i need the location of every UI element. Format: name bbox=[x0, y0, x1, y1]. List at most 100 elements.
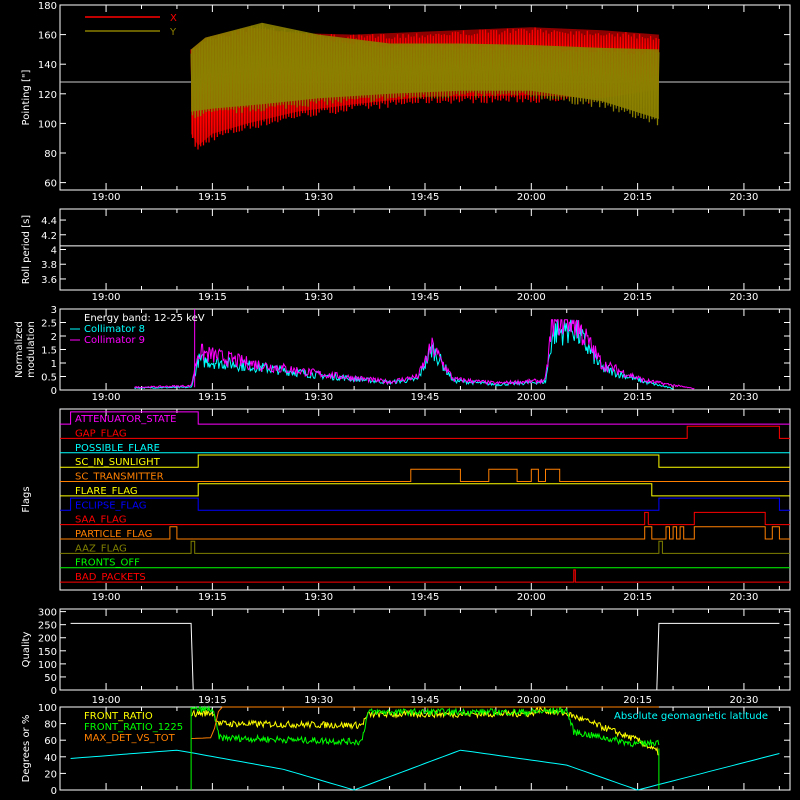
ratio-legend-label: FRONT_RATIO bbox=[84, 711, 153, 722]
quality-ytick-label: 100 bbox=[38, 660, 57, 671]
quality-series bbox=[70, 622, 780, 691]
quality-xtick-label: 20:30 bbox=[730, 695, 759, 706]
quality-xtick-label: 20:00 bbox=[517, 695, 546, 706]
roll-ytick-label: 4.2 bbox=[41, 231, 57, 242]
roll-xtick-label: 20:00 bbox=[517, 292, 546, 303]
modulation-ytick-label: 0 bbox=[51, 386, 57, 397]
pointing-legend-label: Y bbox=[169, 27, 177, 38]
flag-trace-aaz_flag bbox=[60, 540, 790, 554]
ratio-series-1 bbox=[190, 705, 660, 748]
roll-ytick-label: 3.6 bbox=[41, 275, 57, 286]
quality-ytick-label: 150 bbox=[38, 647, 57, 658]
ratio-legend-label: MAX_DET_VS_TOT bbox=[84, 733, 176, 744]
roll-ytick-label: 4 bbox=[51, 246, 57, 257]
roll-xtick-label: 19:00 bbox=[92, 292, 121, 303]
roll-xtick-label: 19:15 bbox=[198, 292, 227, 303]
flag-trace-particle_flag bbox=[60, 526, 790, 540]
modulation-ytick-label: 1.5 bbox=[41, 346, 57, 357]
modulation-ytick-label: 2.5 bbox=[41, 319, 57, 330]
roll-frame bbox=[59, 208, 791, 291]
ratios-ytick-label: 40 bbox=[44, 753, 57, 764]
flag-label: ATTENUATOR_STATE bbox=[75, 414, 176, 425]
flag-label: FRONTS_OFF bbox=[75, 558, 140, 569]
quality-ytick-label: 300 bbox=[38, 608, 57, 619]
quality-xtick-label: 20:15 bbox=[623, 695, 652, 706]
modulation-xtick-label: 19:00 bbox=[92, 392, 121, 403]
flags-xtick-label: 19:30 bbox=[304, 592, 333, 603]
quality-xtick-label: 19:30 bbox=[304, 695, 333, 706]
pointing-ytick-label: 180 bbox=[38, 1, 57, 12]
flags-xtick-label: 19:45 bbox=[411, 592, 440, 603]
pointing-xtick-label: 19:30 bbox=[304, 192, 333, 203]
quality-ytick-label: 0 bbox=[51, 686, 57, 697]
modulation-ytick-label: 1 bbox=[51, 359, 57, 370]
modulation-xtick-label: 19:15 bbox=[198, 392, 227, 403]
flag-trace-bad_packets bbox=[60, 569, 790, 583]
modulation-ytick-label: 0.5 bbox=[41, 373, 57, 384]
roll-ylabel: Roll period [s] bbox=[21, 215, 32, 284]
ratios-ytick-label: 100 bbox=[38, 703, 57, 714]
modulation-xtick-label: 19:45 bbox=[411, 392, 440, 403]
flags-xtick-label: 20:15 bbox=[623, 592, 652, 603]
flag-trace-saa_flag bbox=[60, 511, 790, 526]
modulation-ylabel: Normalized bbox=[14, 321, 25, 378]
roll-xtick-label: 19:45 bbox=[411, 292, 440, 303]
flags-xtick-label: 19:15 bbox=[198, 592, 227, 603]
quality-xtick-label: 19:00 bbox=[92, 695, 121, 706]
ratio-legend-label: FRONT_RATIO_1225 bbox=[84, 722, 183, 733]
quality-xtick-label: 19:15 bbox=[198, 695, 227, 706]
ratios-ytick-label: 20 bbox=[44, 769, 57, 780]
pointing-xtick-label: 20:15 bbox=[623, 192, 652, 203]
roll-ytick-label: 3.8 bbox=[41, 260, 57, 271]
pointing-ytick-label: 160 bbox=[38, 31, 57, 42]
ratio-series-0 bbox=[190, 706, 660, 756]
flag-label: SC_IN_SUNLIGHT bbox=[75, 457, 161, 468]
flag-trace-sc_transmitter bbox=[60, 468, 790, 482]
modulation-xtick-label: 20:30 bbox=[730, 392, 759, 403]
roll-xtick-label: 20:15 bbox=[623, 292, 652, 303]
flag-label: SAA_FLAG bbox=[75, 515, 126, 526]
modulation-legend-label: Collimator 9 bbox=[84, 335, 145, 346]
flags-frame bbox=[59, 408, 791, 591]
flags-xtick-label: 20:00 bbox=[517, 592, 546, 603]
ratios-ytick-label: 60 bbox=[44, 736, 57, 747]
pointing-ytick-label: 80 bbox=[44, 149, 57, 160]
flag-label: ECLIPSE_FLAG bbox=[75, 500, 146, 511]
flag-label: AAZ_FLAG bbox=[75, 543, 127, 554]
pointing-ytick-label: 140 bbox=[38, 60, 57, 71]
modulation-ylabel: modulation bbox=[26, 321, 37, 378]
modulation-series-0 bbox=[134, 319, 674, 390]
ratios-ylabel: Degrees or % bbox=[21, 715, 32, 783]
pointing-xtick-label: 19:00 bbox=[92, 192, 121, 203]
modulation-legend-label: Energy band: 12-25 keV bbox=[84, 313, 205, 324]
flag-trace-sc_in_sunlight bbox=[60, 454, 790, 468]
quality-ytick-label: 250 bbox=[38, 621, 57, 632]
flag-label: SC_TRANSMITTER bbox=[75, 472, 164, 483]
pointing-ylabel: Pointing ["] bbox=[21, 69, 32, 125]
roll-ytick-label: 4.4 bbox=[41, 216, 57, 227]
ratios-ytick-label: 80 bbox=[44, 720, 57, 731]
quality-xtick-label: 19:45 bbox=[411, 695, 440, 706]
ratios-ytick-label: 0 bbox=[51, 786, 57, 797]
pointing-ytick-label: 120 bbox=[38, 90, 57, 101]
modulation-xtick-label: 19:30 bbox=[304, 392, 333, 403]
quality-frame bbox=[59, 608, 791, 691]
flag-label: POSSIBLE_FLARE bbox=[75, 443, 160, 454]
roll-xtick-label: 19:30 bbox=[304, 292, 333, 303]
flags-xtick-label: 19:00 bbox=[92, 592, 121, 603]
stacked-time-series-figure: 608010012014016018019:00 19:15 19:30 19:45 2… bbox=[14, 1, 791, 797]
modulation-ytick-label: 2 bbox=[51, 332, 57, 343]
ratio-legend-right: Absolute geomagnetic latitude bbox=[614, 711, 768, 722]
pointing-xtick-label: 19:15 bbox=[198, 192, 227, 203]
flag-trace-flare_flag bbox=[60, 483, 790, 497]
quality-ylabel: Quality bbox=[21, 632, 32, 668]
roll-xtick-label: 20:30 bbox=[730, 292, 759, 303]
flags-ylabel: Flags bbox=[21, 486, 32, 512]
pointing-xtick-label: 19:45 bbox=[411, 192, 440, 203]
modulation-legend-label: Collimator 8 bbox=[84, 324, 145, 335]
flag-label: GAP_FLAG bbox=[75, 428, 127, 439]
pointing-legend-label: X bbox=[170, 13, 177, 24]
modulation-xtick-label: 20:00 bbox=[517, 392, 546, 403]
flags-xtick-label: 20:30 bbox=[730, 592, 759, 603]
pointing-xtick-label: 20:30 bbox=[730, 192, 759, 203]
